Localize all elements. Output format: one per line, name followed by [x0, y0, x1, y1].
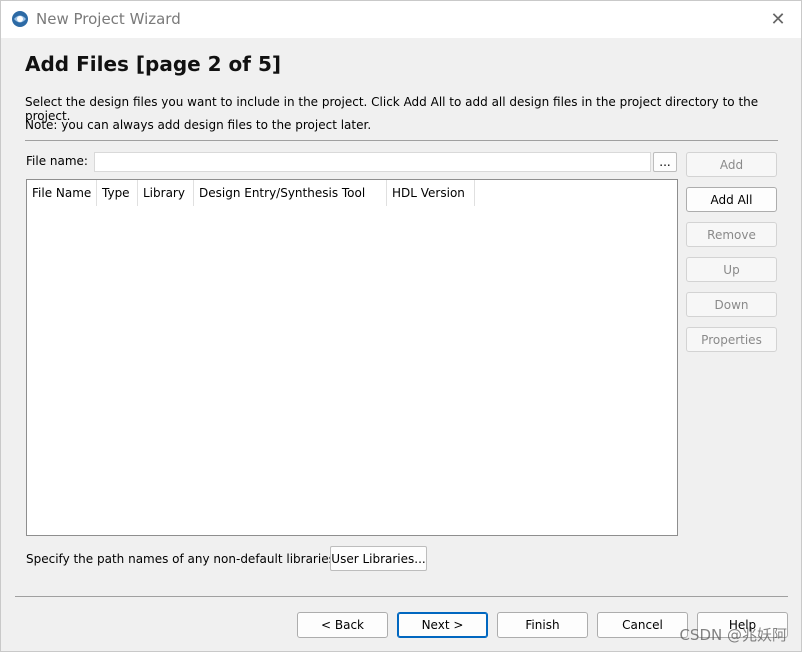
page-title: Add Files [page 2 of 5] [25, 52, 282, 76]
page-note: Note: you can always add design files to… [25, 118, 372, 132]
remove-button[interactable]: Remove [686, 222, 777, 247]
file-name-label: File name: [26, 154, 88, 168]
wizard-window: New Project Wizard ✕ Add Files [page 2 o… [0, 0, 802, 652]
user-libraries-button[interactable]: User Libraries... [330, 546, 427, 571]
finish-button[interactable]: Finish [497, 612, 588, 638]
up-button[interactable]: Up [686, 257, 777, 282]
libraries-label: Specify the path names of any non-defaul… [26, 552, 339, 566]
file-name-input[interactable] [94, 152, 651, 172]
column-type[interactable]: Type [97, 180, 138, 206]
back-button[interactable]: < Back [297, 612, 388, 638]
close-icon[interactable]: ✕ [755, 1, 801, 38]
next-button[interactable]: Next > [397, 612, 488, 638]
quartus-app-icon [12, 11, 28, 27]
window-title: New Project Wizard [36, 10, 181, 28]
column-library[interactable]: Library [138, 180, 194, 206]
files-table[interactable]: File Name Type Library Design Entry/Synt… [26, 179, 678, 536]
footer-divider [15, 596, 788, 597]
watermark-text: CSDN @兆妖阿 [679, 626, 787, 644]
browse-button[interactable]: ... [653, 152, 677, 172]
cancel-button[interactable]: Cancel [597, 612, 688, 638]
header-divider [25, 140, 778, 141]
column-file-name[interactable]: File Name [27, 180, 97, 206]
down-button[interactable]: Down [686, 292, 777, 317]
add-all-button[interactable]: Add All [686, 187, 777, 212]
column-hdl-version[interactable]: HDL Version [387, 180, 475, 206]
add-button[interactable]: Add [686, 152, 777, 177]
table-header: File Name Type Library Design Entry/Synt… [27, 180, 475, 206]
column-design-entry-tool[interactable]: Design Entry/Synthesis Tool [194, 180, 387, 206]
title-bar: New Project Wizard ✕ [1, 1, 801, 38]
page-header: Add Files [page 2 of 5] Select the desig… [1, 38, 801, 140]
properties-button[interactable]: Properties [686, 327, 777, 352]
